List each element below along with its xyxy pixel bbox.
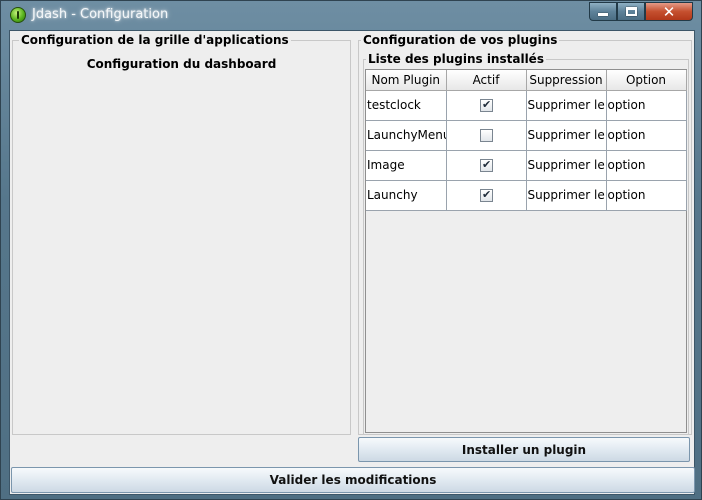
active-checkbox[interactable]	[480, 188, 493, 202]
plugins-table-viewport: Nom Plugin Actif Suppression Option test…	[365, 69, 687, 433]
grid-config-panel: Configuration de la grille d'application…	[12, 33, 351, 435]
installed-plugins-legend: Liste des plugins installés	[366, 52, 546, 66]
column-header-name[interactable]: Nom Plugin	[366, 70, 447, 91]
option-cell[interactable]: option	[606, 150, 687, 181]
minimize-button[interactable]	[589, 2, 617, 21]
window-controls: ✕	[589, 2, 693, 22]
active-cell[interactable]	[446, 150, 527, 181]
active-cell[interactable]	[446, 180, 527, 211]
window-content: Configuration de la grille d'application…	[9, 30, 695, 495]
window-title: Jdash - Configuration	[32, 7, 169, 22]
plugin-name-cell[interactable]: testclock	[366, 90, 447, 121]
delete-plugin-button[interactable]: Supprimer le plugin	[526, 90, 607, 121]
grid-config-legend: Configuration de la grille d'application…	[19, 33, 291, 47]
app-window: Jdash - Configuration ✕ Configuration de…	[0, 0, 702, 500]
app-icon	[10, 7, 26, 23]
minimize-icon	[598, 13, 608, 16]
close-button[interactable]: ✕	[645, 2, 693, 21]
active-cell[interactable]	[446, 120, 527, 151]
option-cell[interactable]: option	[606, 180, 687, 211]
table-header-row: Nom Plugin Actif Suppression Option	[366, 70, 687, 91]
column-header-active[interactable]: Actif	[446, 70, 527, 91]
active-checkbox[interactable]	[480, 98, 493, 112]
table-row[interactable]: Image Supprimer le plugin option	[366, 150, 687, 181]
column-header-option[interactable]: Option	[606, 70, 687, 91]
column-header-delete[interactable]: Suppression	[526, 70, 607, 91]
option-cell[interactable]: option	[606, 120, 687, 151]
maximize-button[interactable]	[617, 2, 645, 21]
dashboard-config-label: Configuration du dashboard	[86, 57, 277, 71]
plugin-name-cell[interactable]: Launchy	[366, 180, 447, 211]
table-row[interactable]: Launchy Supprimer le plugin option	[366, 180, 687, 211]
delete-plugin-button[interactable]: Supprimer le plugin	[526, 180, 607, 211]
install-plugin-button[interactable]: Installer un plugin	[358, 437, 690, 462]
plugins-config-panel: Configuration de vos plugins Liste des p…	[358, 33, 692, 435]
active-checkbox[interactable]	[480, 129, 493, 142]
plugins-table: Nom Plugin Actif Suppression Option test…	[366, 70, 687, 211]
plugins-config-legend: Configuration de vos plugins	[361, 33, 560, 47]
close-icon: ✕	[662, 2, 676, 21]
plugin-name-cell[interactable]: LaunchyMenu	[366, 120, 447, 151]
active-cell[interactable]	[446, 90, 527, 121]
option-cell[interactable]: option	[606, 90, 687, 121]
table-row[interactable]: testclock Supprimer le plugin option	[366, 90, 687, 121]
delete-plugin-button[interactable]: Supprimer le plugin	[526, 120, 607, 151]
validate-changes-button[interactable]: Valider les modifications	[11, 467, 695, 493]
table-row[interactable]: LaunchyMenu Supprimer le plugin option	[366, 120, 687, 151]
active-checkbox[interactable]	[480, 158, 493, 172]
plugin-name-cell[interactable]: Image	[366, 150, 447, 181]
installed-plugins-group: Liste des plugins installés Nom Plugin A…	[363, 52, 689, 435]
maximize-icon	[625, 7, 637, 16]
title-bar[interactable]: Jdash - Configuration ✕	[1, 1, 701, 29]
delete-plugin-button[interactable]: Supprimer le plugin	[526, 150, 607, 181]
